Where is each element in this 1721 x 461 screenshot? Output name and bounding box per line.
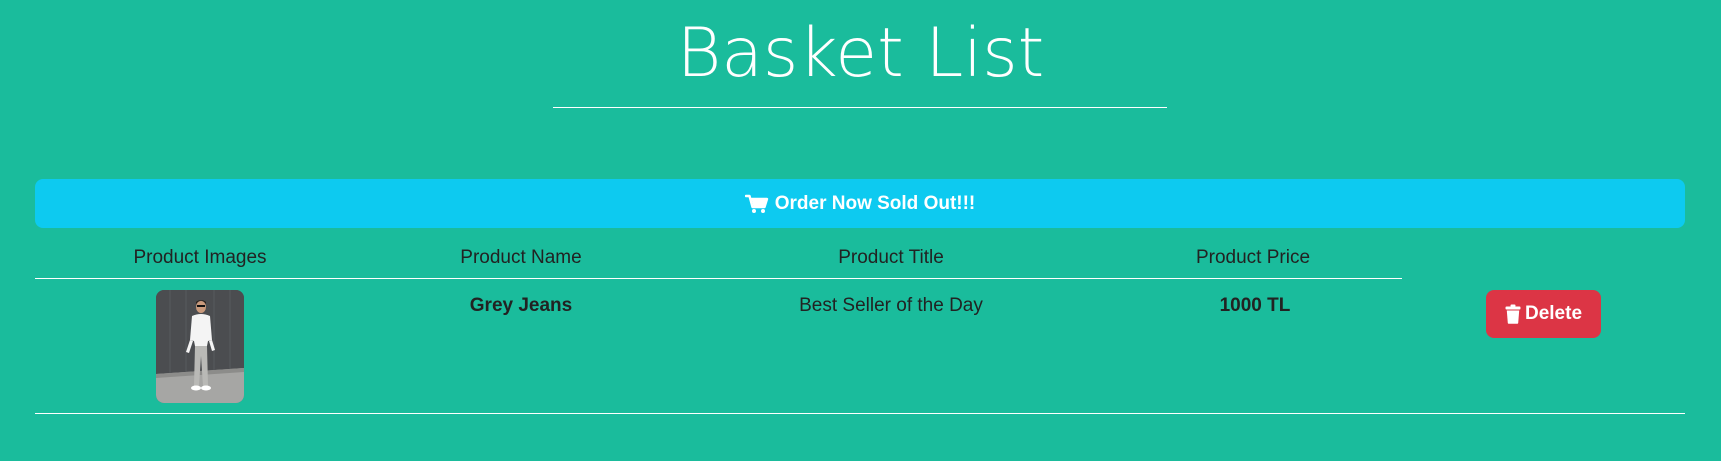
delete-button-label: Delete — [1524, 303, 1583, 324]
row-divider — [35, 413, 1685, 414]
product-price: 1000 TL — [1219, 295, 1291, 316]
column-header-product-title: Product Title — [838, 247, 944, 268]
header-divider — [35, 278, 1402, 279]
delete-button[interactable]: Delete — [1486, 290, 1601, 338]
product-image — [156, 290, 244, 403]
trash-icon — [1505, 304, 1521, 324]
order-now-label: Order Now Sold Out!!! — [774, 192, 976, 214]
column-header-product-images: Product Images — [133, 247, 267, 268]
product-title: Best Seller of the Day — [799, 295, 983, 316]
column-header-product-name: Product Name — [460, 247, 582, 268]
column-header-product-price: Product Price — [1195, 247, 1311, 268]
order-now-button[interactable]: Order Now Sold Out!!! — [35, 179, 1685, 228]
title-divider — [553, 107, 1167, 108]
page-title: Basket List — [676, 14, 1045, 93]
product-name: Grey Jeans — [469, 295, 573, 316]
cart-icon — [744, 194, 769, 214]
